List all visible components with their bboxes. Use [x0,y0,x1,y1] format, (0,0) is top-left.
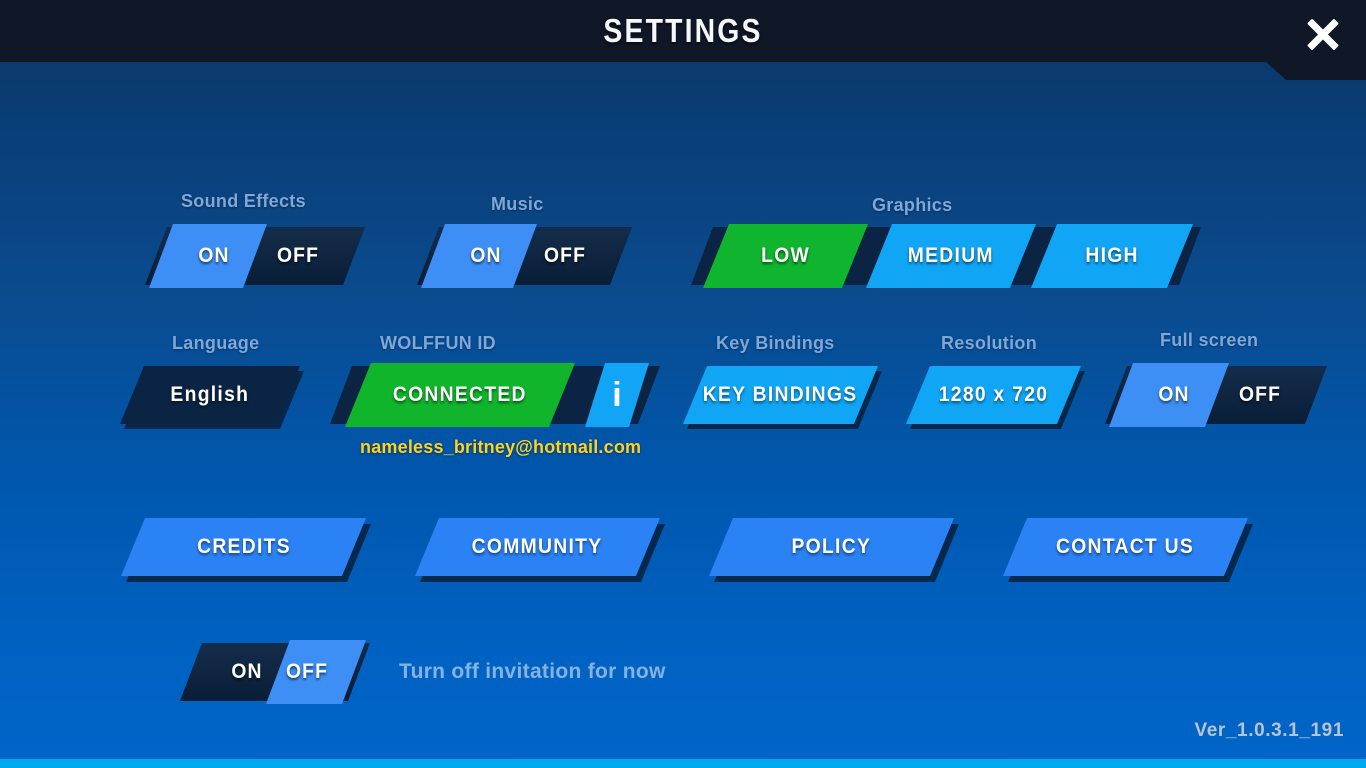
key-bindings-button[interactable]: KEY BINDINGS [683,366,878,424]
contact-us-button-label: CONTACT US [1056,535,1195,558]
sound-effects-label: Sound Effects [181,191,306,211]
graphics-option-low[interactable]: LOW [703,224,868,288]
fullscreen-label: Full screen [1160,330,1259,350]
settings-screen: SETTINGS Sound Effects ON OFF Music ON O… [0,0,1366,768]
page-title: SETTINGS [603,12,763,49]
fullscreen-off-option[interactable]: OFF [1209,366,1310,424]
policy-button[interactable]: POLICY [709,518,954,576]
resolution-select[interactable]: 1280 x 720 [906,366,1081,424]
key-bindings-button-label: KEY BINDINGS [703,383,858,406]
graphics-option-high-label: HIGH [1085,244,1139,267]
contact-us-button[interactable]: CONTACT US [1003,518,1248,576]
fullscreen-toggle[interactable]: ON OFF [1105,366,1327,424]
graphics-option-high[interactable]: HIGH [1031,224,1193,288]
wolffun-id-label: WOLFFUN ID [380,333,496,353]
close-icon[interactable] [1298,10,1348,58]
wolffun-id-status-button[interactable]: CONNECTED [345,363,575,427]
community-button-label: COMMUNITY [472,535,603,558]
graphics-option-medium-label: MEDIUM [907,244,995,267]
graphics-option-medium[interactable]: MEDIUM [866,224,1036,288]
language-value: English [170,383,250,406]
resolution-label: Resolution [941,333,1037,353]
wolffun-id-status: CONNECTED [393,383,527,406]
resolution-value: 1280 x 720 [938,383,1049,406]
info-icon-glyph: i [612,376,622,414]
policy-button-label: POLICY [791,535,872,558]
graphics-label: Graphics [872,195,953,215]
music-label: Music [491,194,544,214]
sound-effects-off-option[interactable]: OFF [247,227,348,285]
bottom-accent-strip [0,759,1366,768]
key-bindings-label: Key Bindings [716,333,835,353]
credits-button[interactable]: CREDITS [121,518,366,576]
invitation-note: Turn off invitation for now [399,660,666,683]
invitation-toggle[interactable]: ON OFF [180,643,370,701]
language-select[interactable]: English [120,366,300,424]
language-label: Language [172,333,260,353]
wolffun-id-email: nameless_britney@hotmail.com [360,437,642,457]
music-off-option[interactable]: OFF [514,227,615,285]
credits-button-label: CREDITS [196,535,291,558]
community-button[interactable]: COMMUNITY [415,518,660,576]
music-toggle[interactable]: ON OFF [417,227,632,285]
invitation-off-option[interactable]: OFF [266,643,349,701]
graphics-option-low-label: LOW [761,244,810,267]
version-text: Ver_1.0.3.1_191 [1194,720,1344,741]
sound-effects-toggle[interactable]: ON OFF [145,227,365,285]
